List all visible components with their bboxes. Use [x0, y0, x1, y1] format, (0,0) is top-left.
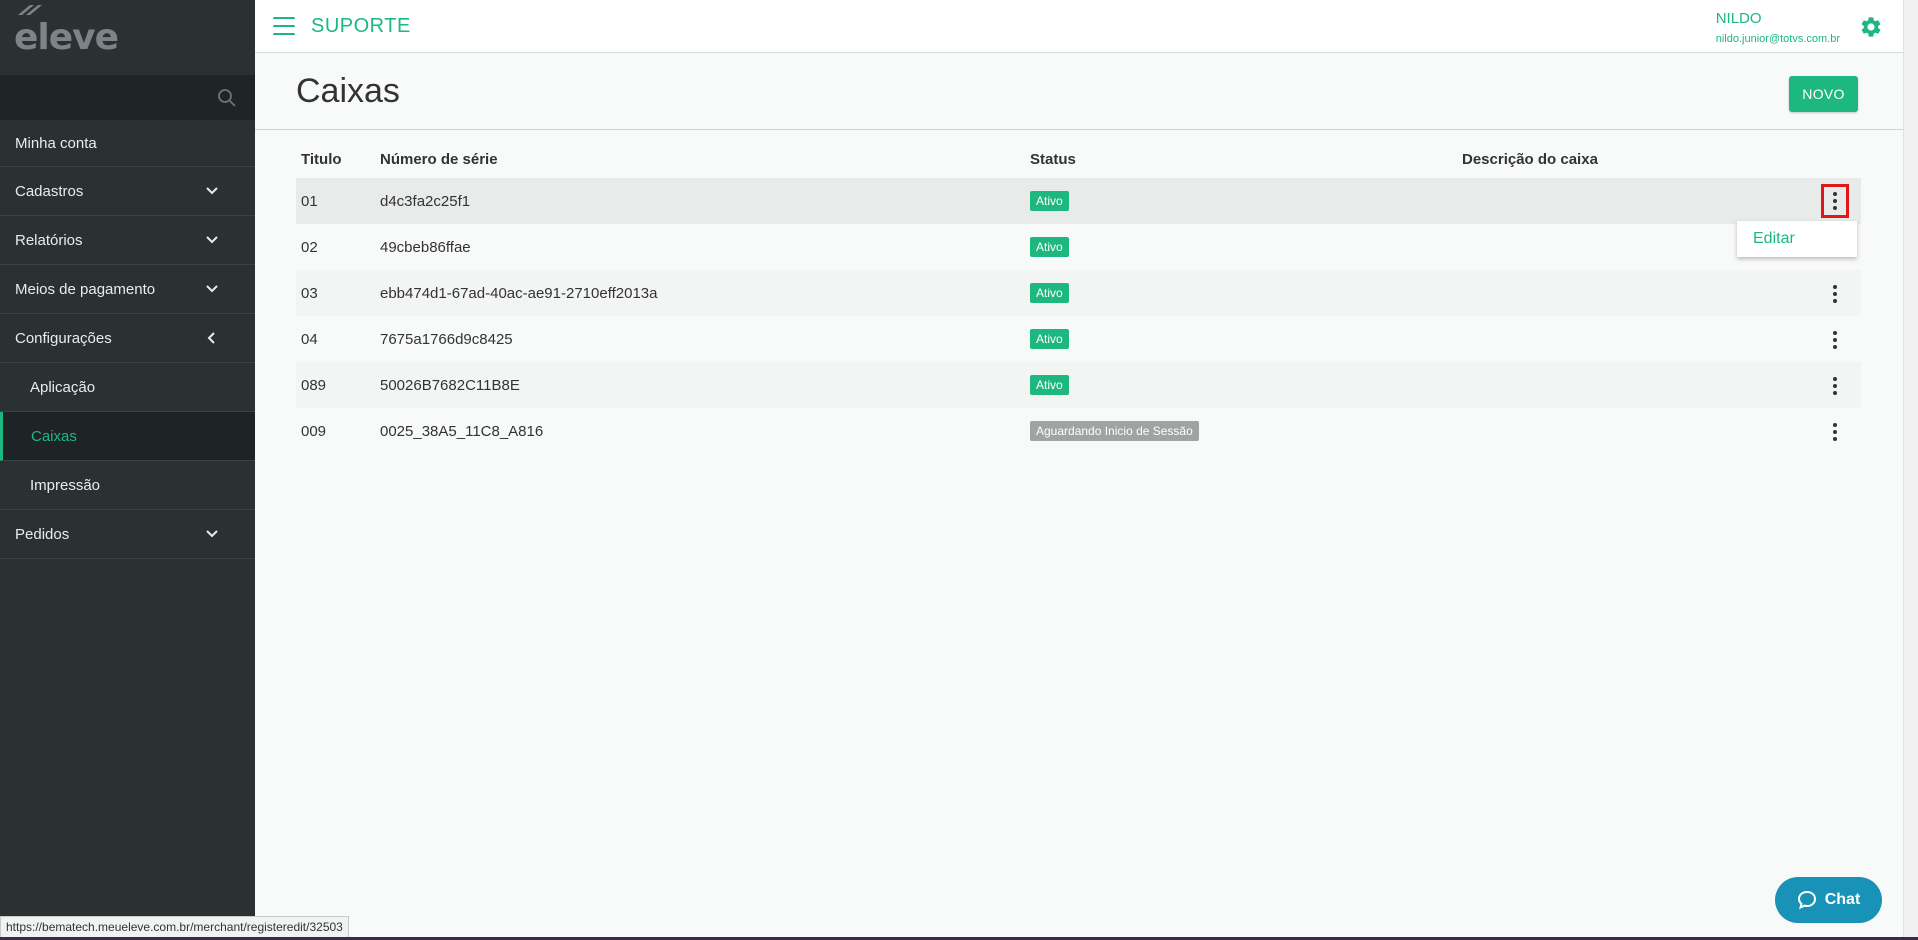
sidebar-item-cadastros[interactable]: Cadastros — [0, 167, 255, 216]
cell-status: Ativo — [1030, 329, 1462, 349]
cell-titulo: 01 — [301, 192, 318, 210]
status-badge: Aguardando Inicio de Sessão — [1030, 421, 1199, 441]
chevron-down-icon — [206, 236, 218, 244]
sidebar-item-label: Aplicação — [30, 378, 96, 396]
row-menu-button[interactable] — [1824, 282, 1846, 306]
top-bar: SUPORTE NILDO nildo.junior@totvs.com.br — [255, 0, 1903, 53]
sidebar-item-label: Meios de pagamento — [15, 280, 156, 298]
column-header-numero-de-serie[interactable]: Número de série — [380, 151, 1030, 168]
search-icon[interactable] — [217, 88, 237, 108]
cell-titulo: 02 — [301, 238, 318, 256]
column-header-titulo[interactable]: Titulo — [296, 151, 380, 168]
table-header: Titulo Número de série Status Descrição … — [296, 140, 1861, 178]
table-row[interactable]: 01 d4c3fa2c25f1 Ativo — [296, 178, 1861, 224]
sidebar-item-label: Pedidos — [15, 525, 70, 543]
sidebar-item-label: Caixas — [31, 427, 77, 445]
sidebar-item-configuracoes[interactable]: Configurações — [0, 314, 255, 363]
cell-status: Aguardando Inicio de Sessão — [1030, 421, 1462, 441]
table-row[interactable]: 009 0025_38A5_11C8_A816 Aguardando Inici… — [296, 408, 1861, 454]
chat-bubble-icon — [1797, 890, 1816, 910]
cell-serie: 49cbeb86ffae — [380, 238, 471, 256]
sidebar-item-relatorios[interactable]: Relatórios — [0, 216, 255, 265]
cell-titulo: 089 — [301, 376, 327, 394]
sidebar-item-label: Configurações — [15, 329, 112, 347]
sidebar-item-minha-conta[interactable]: Minha conta — [0, 120, 255, 167]
logo-text: eleve — [14, 17, 119, 58]
cell-status: Ativo — [1030, 375, 1462, 395]
status-badge: Ativo — [1030, 283, 1069, 303]
status-badge: Ativo — [1030, 237, 1069, 257]
user-name: NILDO — [1715, 10, 1762, 27]
gear-icon[interactable] — [1859, 15, 1883, 39]
table-row[interactable]: 04 7675a1766d9c8425 Ativo — [296, 316, 1861, 362]
user-info[interactable]: NILDO nildo.junior@totvs.com.br — [1716, 10, 1840, 45]
edit-menu-item[interactable]: Editar — [1753, 230, 1795, 248]
sidebar: eleve Minha conta Cadastros Relatórios M… — [0, 0, 255, 940]
column-header-descricao[interactable]: Descrição do caixa — [1462, 151, 1861, 168]
chevron-down-icon — [206, 285, 218, 293]
sidebar-item-pedidos[interactable]: Pedidos — [0, 510, 255, 559]
cell-titulo: 03 — [301, 284, 318, 302]
status-badge: Ativo — [1030, 191, 1069, 211]
sidebar-item-label: Impressão — [30, 476, 101, 494]
chevron-down-icon — [206, 187, 218, 195]
cell-titulo: 04 — [301, 330, 318, 348]
row-menu-button[interactable] — [1824, 374, 1846, 398]
cell-status: Ativo — [1030, 283, 1462, 303]
sidebar-item-caixas[interactable]: Caixas — [0, 412, 255, 461]
eleve-logo[interactable]: eleve — [14, 5, 119, 58]
vertical-scrollbar[interactable] — [1903, 0, 1918, 940]
logo-area: eleve — [0, 0, 255, 75]
sidebar-item-impressao[interactable]: Impressão — [0, 461, 255, 510]
cell-serie: 7675a1766d9c8425 — [380, 330, 513, 348]
row-menu-button[interactable] — [1821, 184, 1849, 218]
status-badge: Ativo — [1030, 329, 1069, 349]
row-menu-button[interactable] — [1824, 328, 1846, 352]
chat-label: Chat — [1824, 891, 1861, 908]
new-button[interactable]: NOVO — [1789, 76, 1858, 112]
sidebar-item-meios-de-pagamento[interactable]: Meios de pagamento — [0, 265, 255, 314]
cell-serie: ebb474d1-67ad-40ac-ae91-2710eff2013a — [380, 284, 658, 302]
cell-serie: 50026B7682C11B8E — [380, 376, 520, 394]
brand-title: SUPORTE — [311, 14, 411, 37]
status-badge: Ativo — [1030, 375, 1069, 395]
row-menu-button[interactable] — [1824, 420, 1846, 444]
table-row[interactable]: 02 49cbeb86ffae Ativo — [296, 224, 1861, 270]
user-email: nildo.junior@totvs.com.br — [1715, 33, 1840, 45]
sidebar-item-label: Minha conta — [15, 134, 97, 152]
logo-mark-icon — [18, 5, 42, 15]
caixas-table: Titulo Número de série Status Descrição … — [296, 140, 1861, 454]
page-header: Caixas NOVO — [255, 54, 1903, 130]
column-header-status[interactable]: Status — [1030, 151, 1462, 168]
row-menu-dropdown: Editar — [1737, 221, 1857, 257]
status-bar-url: https://bematech.meueleve.com.br/merchan… — [0, 916, 349, 938]
table-row[interactable]: 03 ebb474d1-67ad-40ac-ae91-2710eff2013a … — [296, 270, 1861, 316]
cell-status: Ativo — [1030, 191, 1462, 211]
sidebar-item-aplicacao[interactable]: Aplicação — [0, 363, 255, 412]
page-title: Caixas — [296, 72, 400, 110]
hamburger-menu-icon[interactable] — [273, 17, 295, 35]
chevron-left-icon — [207, 332, 215, 344]
table-row[interactable]: 089 50026B7682C11B8E Ativo — [296, 362, 1861, 408]
cell-status: Ativo — [1030, 237, 1462, 257]
chat-button[interactable]: Chat — [1775, 877, 1882, 923]
chevron-down-icon — [206, 530, 218, 538]
sidebar-item-label: Cadastros — [15, 182, 84, 200]
cell-serie: 0025_38A5_11C8_A816 — [380, 422, 544, 440]
sidebar-search[interactable] — [0, 75, 255, 120]
cell-serie: d4c3fa2c25f1 — [380, 192, 471, 210]
sidebar-item-label: Relatórios — [15, 231, 83, 249]
cell-titulo: 009 — [301, 422, 327, 440]
